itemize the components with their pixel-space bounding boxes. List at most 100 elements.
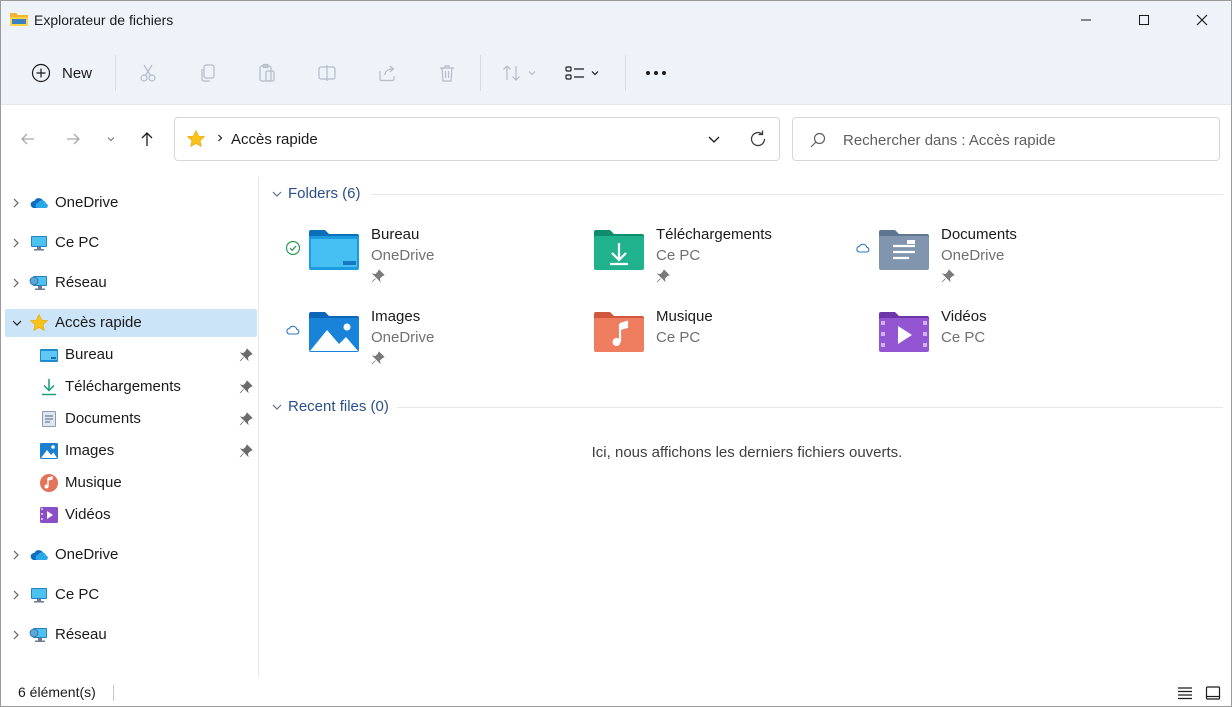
sidebar-item-ce-pc[interactable]: Ce PC: [5, 229, 257, 257]
large-icons-view-button[interactable]: [1203, 683, 1223, 703]
sidebar-item-ce-pc[interactable]: Ce PC: [5, 581, 257, 609]
chevron-down-icon[interactable]: [11, 317, 23, 329]
sidebar-item-bureau[interactable]: Bureau: [5, 341, 257, 369]
folder-tile-images[interactable]: Images OneDrive: [285, 308, 565, 382]
sidebar-item-acces-rapide[interactable]: Accès rapide: [5, 309, 257, 337]
close-icon: [1196, 14, 1208, 26]
share-button[interactable]: [367, 53, 407, 93]
music-icon: [40, 474, 58, 492]
folder-name: Images: [371, 308, 421, 325]
maximize-button[interactable]: [1115, 1, 1173, 39]
rename-icon: [318, 65, 336, 81]
network-icon: [29, 276, 47, 290]
new-button[interactable]: New: [21, 53, 102, 93]
forward-button[interactable]: [58, 121, 88, 157]
address-bar[interactable]: Accès rapide: [174, 117, 780, 161]
network-icon: [29, 628, 47, 642]
window-title: Explorateur de fichiers: [34, 12, 174, 28]
pin-icon: [239, 444, 253, 458]
chevron-right-icon[interactable]: [11, 629, 21, 641]
chevron-down-icon: [107, 137, 115, 142]
item-count: 6 élément(s): [18, 684, 96, 700]
details-view-button[interactable]: [1175, 683, 1195, 703]
chevron-right-icon[interactable]: [11, 277, 21, 289]
chevron-right-icon[interactable]: [11, 237, 21, 249]
folder-tile-documents[interactable]: Documents OneDrive: [855, 226, 1135, 300]
star-icon: [29, 313, 49, 332]
title-bar[interactable]: Explorateur de fichiers: [1, 1, 1231, 39]
chevron-right-icon[interactable]: [11, 589, 21, 601]
folder-name: Bureau: [371, 226, 420, 243]
copy-button[interactable]: [188, 53, 228, 93]
section-divider: [371, 194, 1223, 195]
folder-name: Téléchargements: [656, 226, 772, 243]
address-path[interactable]: Accès rapide: [231, 131, 318, 148]
refresh-icon[interactable]: [747, 128, 769, 150]
folder-location: OneDrive: [941, 247, 1005, 264]
back-button[interactable]: [13, 121, 43, 157]
sidebar-item-label: Ce PC: [55, 234, 100, 251]
sidebar-item-label: Ce PC: [55, 586, 100, 603]
arrow-up-icon: [141, 132, 153, 146]
pin-icon: [941, 269, 955, 283]
chevron-down-icon: [591, 71, 599, 76]
file-explorer-window: Explorateur de fichiers New Accès rapide…: [0, 0, 1232, 707]
sidebar-item-label: Musique: [65, 474, 122, 491]
chevron-down-icon[interactable]: [705, 130, 723, 148]
star-icon: [186, 129, 206, 148]
recent-files-section-title: Recent files (0): [288, 398, 389, 415]
view-button[interactable]: [564, 53, 600, 93]
pin-icon: [239, 380, 253, 394]
toolbar-divider: [625, 55, 626, 91]
chevron-down-icon: [272, 191, 282, 197]
documents-folder-icon: [879, 230, 929, 270]
sidebar-item-onedrive[interactable]: OneDrive: [5, 541, 257, 569]
chevron-right-icon[interactable]: [11, 197, 21, 209]
sidebar-item-musique[interactable]: Musique: [5, 469, 257, 497]
minimize-button[interactable]: [1057, 1, 1115, 39]
sidebar-item-label: Documents: [65, 410, 141, 427]
music-folder-icon: [594, 312, 644, 352]
rename-button[interactable]: [307, 53, 347, 93]
folder-name: Musique: [656, 308, 713, 325]
paste-button[interactable]: [247, 53, 287, 93]
share-icon: [379, 65, 395, 82]
sort-button[interactable]: [501, 53, 537, 93]
recent-locations-button[interactable]: [97, 121, 125, 157]
sidebar-item-telechargements[interactable]: Téléchargements: [5, 373, 257, 401]
sidebar-item-label: Réseau: [55, 626, 107, 643]
chevron-right-icon[interactable]: [11, 549, 21, 561]
folder-tile-telechargements[interactable]: Téléchargements Ce PC: [570, 226, 850, 300]
sidebar-item-label: Réseau: [55, 274, 107, 291]
pictures-icon: [40, 443, 58, 459]
sidebar-item-label: Images: [65, 442, 115, 459]
up-button[interactable]: [132, 121, 162, 157]
folder-location: Ce PC: [656, 329, 701, 346]
folder-tile-videos[interactable]: Vidéos Ce PC: [855, 308, 1135, 382]
folder-location: OneDrive: [371, 247, 435, 264]
file-explorer-app-icon: [10, 13, 28, 26]
copy-icon: [201, 64, 215, 82]
sidebar-item-reseau[interactable]: Réseau: [5, 269, 257, 297]
cloud-icon: [856, 243, 870, 253]
sidebar-item-label: Accès rapide: [55, 314, 142, 331]
delete-button[interactable]: [427, 53, 467, 93]
folder-tile-bureau[interactable]: Bureau OneDrive: [285, 226, 565, 300]
download-arrow-icon: [42, 379, 56, 396]
sidebar-item-onedrive[interactable]: OneDrive: [5, 189, 257, 217]
search-box[interactable]: Rechercher dans : Accès rapide: [792, 117, 1220, 161]
more-options-button[interactable]: [636, 53, 676, 93]
paste-icon: [259, 63, 275, 82]
onedrive-cloud-icon: [30, 550, 48, 560]
folder-tile-musique[interactable]: Musique Ce PC: [570, 308, 850, 382]
sidebar-item-images[interactable]: Images: [5, 437, 257, 465]
arrow-right-icon: [67, 133, 80, 145]
sidebar-item-videos[interactable]: Vidéos: [5, 501, 257, 529]
pin-icon: [656, 269, 670, 283]
synced-check-icon: [285, 240, 301, 256]
folder-location: Ce PC: [656, 247, 701, 264]
sidebar-item-reseau[interactable]: Réseau: [5, 621, 257, 649]
sidebar-item-documents[interactable]: Documents: [5, 405, 257, 433]
cut-button[interactable]: [128, 53, 168, 93]
close-button[interactable]: [1173, 1, 1231, 39]
